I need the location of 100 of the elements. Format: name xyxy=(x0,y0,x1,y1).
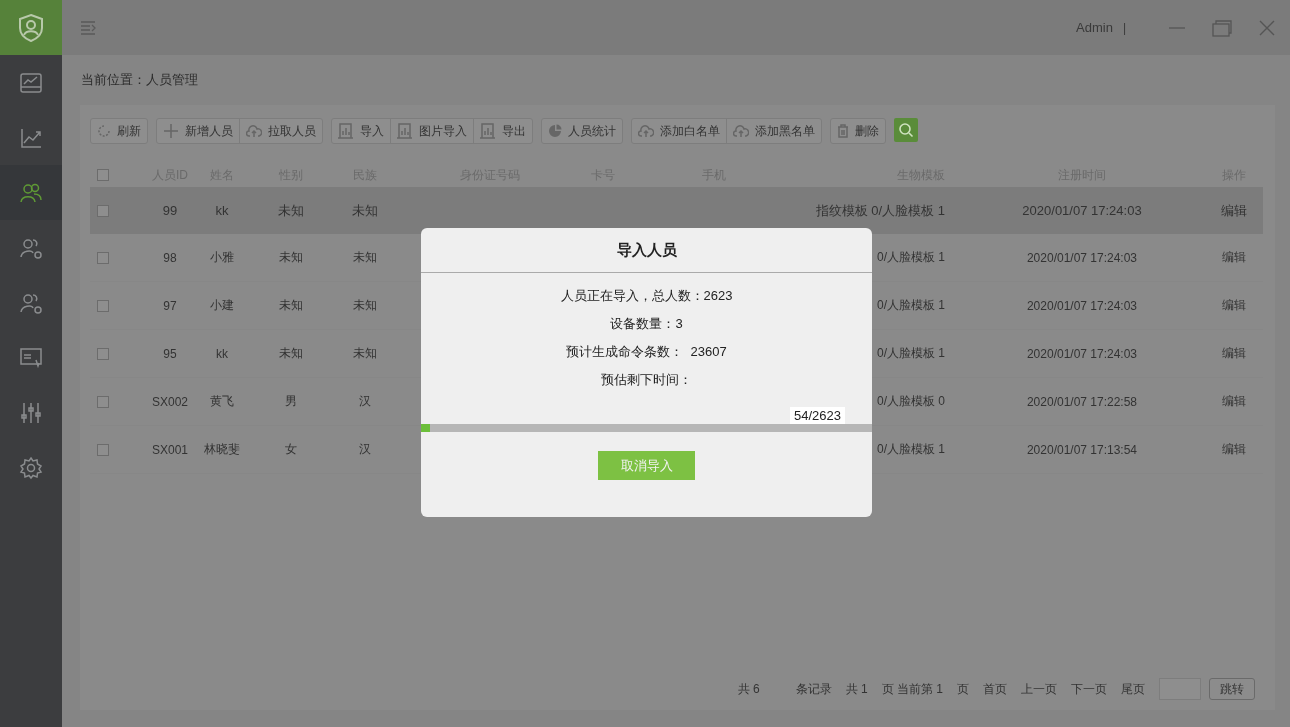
page-info: 页 xyxy=(957,680,969,698)
table-cell: 未知 xyxy=(353,250,377,264)
logo-icon xyxy=(0,0,62,55)
table-cell: 0/人脸模板 1 xyxy=(877,298,945,312)
plus-icon xyxy=(163,123,179,139)
table-cell: 林晓斐 xyxy=(204,442,240,456)
table-cell: 小建 xyxy=(210,298,234,312)
page-info: 页 当前第 1 xyxy=(881,680,943,698)
page-link[interactable]: 上一页 xyxy=(1021,680,1057,698)
table-row[interactable]: 99 kk 未知 未知 指纹模板 0/人脸模板 1 2020/01/07 17:24:03 编辑 xyxy=(90,187,1263,234)
page-link[interactable]: 首页 xyxy=(983,680,1007,698)
table-cell: 0/人脸模板 1 xyxy=(877,346,945,360)
settings-icon xyxy=(19,455,43,480)
table-cell: 未知 xyxy=(279,250,303,264)
jump-button[interactable]: 跳转 xyxy=(1209,678,1255,700)
edit-link[interactable]: 编辑 xyxy=(1222,298,1246,312)
table-cell: 汉 xyxy=(359,394,371,408)
table-cell: kk xyxy=(215,203,229,218)
toolbar-button[interactable]: 导出 xyxy=(474,119,532,143)
dialog-text: 设备数量：3 xyxy=(610,315,683,333)
table-cell: 男 xyxy=(285,394,297,408)
refresh-icon xyxy=(97,124,111,138)
select-all-checkbox[interactable] xyxy=(97,169,109,181)
table-cell: kk xyxy=(216,346,228,361)
pie-chart-icon xyxy=(548,124,562,138)
table-cell: 95 xyxy=(163,346,177,361)
table-cell: 97 xyxy=(163,298,177,313)
toolbar-button[interactable]: 人员统计 xyxy=(542,119,622,143)
monitor-chart-icon xyxy=(19,70,43,95)
bar-chart-icon xyxy=(480,123,496,139)
table-cell: 98 xyxy=(163,250,177,265)
edit-link[interactable]: 编辑 xyxy=(1222,346,1246,360)
user-name[interactable]: Admin xyxy=(1076,20,1113,35)
cancel-import-button[interactable]: 取消导入 xyxy=(598,451,695,480)
row-checkbox[interactable] xyxy=(97,395,109,408)
table-cell: 2020/01/07 17:24:03 xyxy=(1026,346,1138,361)
dialog-text: 人员正在导入，总人数：2623 xyxy=(560,287,733,305)
toolbar-button[interactable]: 导入 xyxy=(332,119,391,143)
page-link[interactable]: 尾页 xyxy=(1121,680,1145,698)
table-cell: 2020/01/07 17:24:03 xyxy=(1022,203,1142,218)
table-cell: 指纹模板 0/人脸模板 1 xyxy=(815,202,945,218)
table-cell: 未知 xyxy=(279,298,303,312)
toolbar-button[interactable]: 拉取人员 xyxy=(240,119,322,143)
bar-chart-icon xyxy=(338,123,354,139)
card-icon xyxy=(19,345,43,370)
table-cell: 0/人脸模板 1 xyxy=(877,250,945,264)
table-cell: SX002 xyxy=(152,394,188,409)
nav-item[interactable] xyxy=(0,165,62,220)
toolbar-button[interactable]: 刷新 xyxy=(91,119,147,143)
table-cell: 99 xyxy=(162,203,178,218)
table-cell: SX001 xyxy=(152,442,188,457)
maximize-icon[interactable] xyxy=(1212,18,1232,37)
table-cell: 未知 xyxy=(278,202,304,218)
search-button[interactable] xyxy=(894,118,918,142)
sliders-icon xyxy=(19,400,43,425)
edit-link[interactable]: 编辑 xyxy=(1222,442,1246,456)
page-info: 共 6 xyxy=(737,680,760,698)
toolbar-button[interactable]: 图片导入 xyxy=(391,119,474,143)
table-cell: 女 xyxy=(285,442,297,456)
trash-icon xyxy=(837,124,849,138)
toolbar-button[interactable]: 添加白名单 xyxy=(632,119,727,143)
edit-link[interactable]: 编辑 xyxy=(1221,202,1247,218)
dialog-title: 导入人员 xyxy=(421,228,872,273)
page-info: 条记录 xyxy=(795,680,832,698)
cloud-icon xyxy=(733,124,749,138)
table-cell: 小雅 xyxy=(210,250,234,264)
search-icon xyxy=(898,122,914,138)
row-checkbox[interactable] xyxy=(97,443,109,456)
table-cell: 2020/01/07 17:22:58 xyxy=(1026,394,1138,409)
table-cell: 0/人脸模板 1 xyxy=(877,442,945,456)
bar-chart-icon xyxy=(397,123,413,139)
breadcrumb: 当前位置：人员管理 xyxy=(81,71,198,89)
page-info: 共 1 xyxy=(845,680,868,698)
toolbar-button[interactable]: 添加黑名单 xyxy=(727,119,821,143)
table-cell: 未知 xyxy=(353,346,377,360)
row-checkbox[interactable] xyxy=(97,204,109,217)
close-icon[interactable] xyxy=(1258,18,1276,37)
table-cell: 0/人脸模板 0 xyxy=(877,394,945,408)
toolbar-button[interactable]: 删除 xyxy=(831,119,885,143)
dialog-text: 预计生成命令条数： 23607 xyxy=(566,343,727,361)
table-cell: 黄飞 xyxy=(210,394,234,408)
cloud-icon xyxy=(638,124,654,138)
edit-link[interactable]: 编辑 xyxy=(1222,394,1246,408)
table-cell: 未知 xyxy=(279,346,303,360)
table-cell: 2020/01/07 17:24:03 xyxy=(1026,298,1138,313)
edit-link[interactable]: 编辑 xyxy=(1222,250,1246,264)
menu-toggle-icon[interactable] xyxy=(80,20,96,35)
row-checkbox[interactable] xyxy=(97,299,109,312)
separator: | xyxy=(1122,20,1126,35)
table-cell: 2020/01/07 17:24:03 xyxy=(1026,250,1138,265)
page-link[interactable]: 下一页 xyxy=(1071,680,1107,698)
progress-reading: 54/2623 xyxy=(790,407,845,424)
row-checkbox[interactable] xyxy=(97,251,109,264)
cloud-icon xyxy=(246,124,262,138)
table-cell: 未知 xyxy=(353,298,377,312)
toolbar-button[interactable]: 新增人员 xyxy=(157,119,240,143)
table-cell: 2020/01/07 17:13:54 xyxy=(1026,442,1138,457)
table-cell: 未知 xyxy=(352,202,378,218)
table-cell: 汉 xyxy=(359,442,371,456)
row-checkbox[interactable] xyxy=(97,347,109,360)
